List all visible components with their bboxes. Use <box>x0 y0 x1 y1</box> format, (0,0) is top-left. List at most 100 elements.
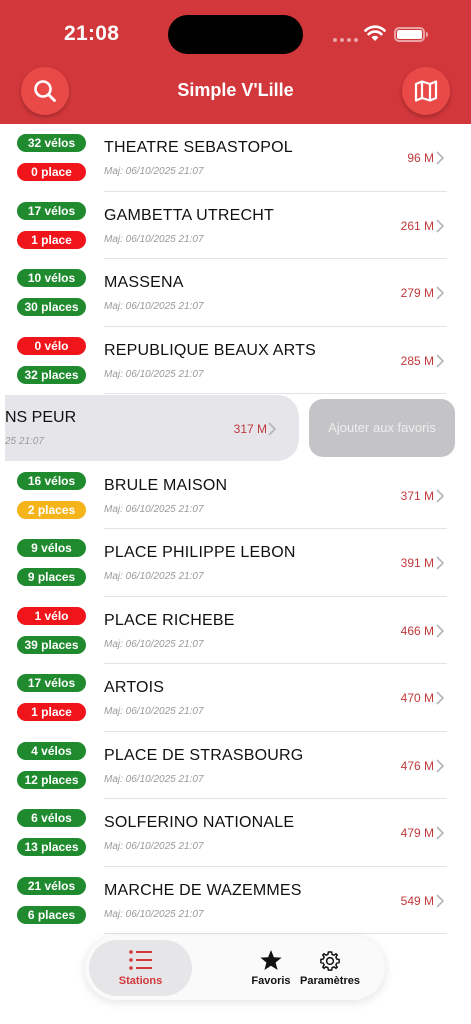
station-name: GAMBETTA UTRECHT <box>104 206 275 224</box>
station-updated: Maj: 06/10/2025 21:07 <box>104 503 204 515</box>
station-row[interactable]: 17 vélos 1 place GAMBETTA UTRECHT Maj: 06/1… <box>0 192 471 259</box>
station-updated: Maj: 06/10/2025 21:07 <box>104 841 204 852</box>
tab-stations[interactable]: Stations <box>89 940 192 996</box>
chevron-right-icon <box>436 286 444 300</box>
station-distance: 476 M <box>400 758 434 773</box>
bikes-available-badge: 17 vélos <box>17 201 86 220</box>
station-distance: 479 M <box>400 826 434 840</box>
places-available-badge: 39 places <box>17 635 86 654</box>
places-available-badge: 13 places <box>17 838 86 856</box>
bikes-available-badge: 1 vélo <box>17 606 86 625</box>
status-time: 21:08 <box>64 22 120 45</box>
chevron-right-icon <box>436 691 444 705</box>
station-name: PLACE PHILIPPE LEBON <box>104 544 296 561</box>
bikes-available-badge: 21 vélos <box>17 876 86 895</box>
station-row[interactable]: 17 vélos 1 place ARTOIS Maj: 06/10/2025 21:… <box>0 664 471 732</box>
station-distance: 285 M <box>400 353 434 368</box>
chevron-right-icon <box>268 422 276 436</box>
bikes-available-badge: 9 vélos <box>17 539 86 557</box>
chevron-right-icon <box>436 489 444 502</box>
chevron-right-icon <box>436 826 444 840</box>
station-updated: Maj: 06/10/2025 21:07 <box>104 166 204 177</box>
bikes-available-badge: 6 vélos <box>17 809 86 827</box>
wifi-icon <box>364 25 386 41</box>
station-updated: Maj: 06/10/2025 21:07 <box>104 368 204 380</box>
places-available-badge: 6 places <box>17 905 86 924</box>
bikes-available-badge: 17 vélos <box>17 674 86 692</box>
station-distance: 371 M <box>400 488 434 503</box>
chevron-right-icon <box>436 151 444 165</box>
row-divider <box>104 933 447 934</box>
chevron-right-icon <box>436 759 444 772</box>
tab-parametres-label: Paramètres <box>300 975 360 987</box>
station-distance: 466 M <box>400 623 434 638</box>
places-available-badge: 0 place <box>17 163 86 181</box>
station-name: PLACE RICHEBE <box>104 611 235 629</box>
station-distance: 96 M <box>407 151 434 165</box>
station-name: NS PEUR <box>5 409 77 426</box>
places-available-badge: 32 places <box>17 365 86 384</box>
chevron-right-icon <box>436 354 444 367</box>
map-icon <box>414 80 438 102</box>
places-available-badge: 9 places <box>17 568 86 586</box>
station-row[interactable]: 10 vélos 30 places MASSENA Maj: 06/10/2025 … <box>0 259 471 327</box>
places-available-badge: 1 place <box>17 703 86 721</box>
station-row[interactable]: 9 vélos 9 places PLACE PHILIPPE LEBON Maj: … <box>0 529 471 597</box>
bikes-available-badge: 4 vélos <box>17 741 86 760</box>
station-distance: 391 M <box>400 556 434 570</box>
station-updated: Maj: 06/10/2025 21:07 <box>104 908 204 920</box>
places-available-badge: 12 places <box>17 770 86 789</box>
station-row[interactable]: 0 vélo 32 places REPUBLIQUE BEAUX ARTS Maj:… <box>0 327 471 394</box>
swiped-station-row[interactable]: NS PEUR 25 21:07 317 M <box>5 395 299 461</box>
tab-stations-label: Stations <box>118 975 163 987</box>
places-available-badge: 30 places <box>17 298 86 316</box>
station-name: SOLFERINO NATIONALE <box>104 814 295 831</box>
station-name: MASSENA <box>104 274 184 291</box>
map-button[interactable] <box>402 67 450 115</box>
station-row[interactable]: 4 vélos 12 places PLACE DE STRASBOURG Maj: … <box>0 732 471 799</box>
station-updated: Maj: 06/10/2025 21:07 <box>104 638 204 650</box>
station-updated: 25 21:07 <box>5 436 44 447</box>
battery-icon <box>394 27 428 42</box>
tab-parametres[interactable]: Paramètres <box>280 940 380 996</box>
station-row[interactable]: 16 vélos 2 places BRULE MAISON Maj: 06/10/2… <box>0 462 471 529</box>
station-name: MARCHE DE WAZEMMES <box>104 881 302 899</box>
station-distance: 549 M <box>400 893 434 908</box>
list-icon <box>128 950 152 970</box>
station-updated: Maj: 06/10/2025 21:07 <box>104 773 204 785</box>
bikes-available-badge: 10 vélos <box>17 269 86 287</box>
bikes-available-badge: 16 vélos <box>17 471 86 490</box>
chevron-right-icon <box>436 894 444 907</box>
station-distance: 317 M <box>233 422 267 436</box>
bikes-available-badge: 0 vélo <box>17 336 86 355</box>
add-to-favorites-button[interactable]: Ajouter aux favoris <box>309 399 455 457</box>
station-name: REPUBLIQUE BEAUX ARTS <box>104 341 316 359</box>
tab-bar: Stations Favoris Paramètres <box>85 936 385 1000</box>
station-name: BRULE MAISON <box>104 476 228 494</box>
places-available-badge: 1 place <box>17 230 86 249</box>
station-updated: Maj: 06/10/2025 21:07 <box>104 571 204 582</box>
places-available-badge: 2 places <box>17 500 86 519</box>
chevron-right-icon <box>436 624 444 637</box>
bikes-available-badge: 32 vélos <box>17 134 86 152</box>
cellular-signal-icon <box>333 37 359 43</box>
station-updated: Maj: 06/10/2025 21:07 <box>104 301 204 312</box>
station-name: PLACE DE STRASBOURG <box>104 746 304 764</box>
app-header: 21:08 Simple V'Lille <box>0 0 471 124</box>
station-row[interactable]: 32 vélos 0 place THEATRE SEBASTOPOL Maj: 06… <box>0 124 471 192</box>
station-updated: Maj: 06/10/2025 21:07 <box>104 706 204 717</box>
dynamic-island <box>168 15 303 54</box>
gear-icon <box>320 951 340 971</box>
station-distance: 279 M <box>400 286 434 300</box>
chevron-right-icon <box>436 556 444 570</box>
station-distance: 261 M <box>400 218 434 233</box>
station-row[interactable]: 21 vélos 6 places MARCHE DE WAZEMMES Maj: 0… <box>0 867 471 934</box>
station-name: THEATRE SEBASTOPOL <box>104 139 293 156</box>
station-row[interactable]: 1 vélo 39 places PLACE RICHEBE Maj: 06/10/2… <box>0 597 471 664</box>
station-row[interactable]: 6 vélos 13 places SOLFERINO NATIONALE Maj: … <box>0 799 471 867</box>
station-name: ARTOIS <box>104 679 165 696</box>
page-title: Simple V'Lille <box>177 80 294 100</box>
station-distance: 470 M <box>400 691 434 705</box>
chevron-right-icon <box>436 219 444 232</box>
station-updated: Maj: 06/10/2025 21:07 <box>104 233 204 245</box>
